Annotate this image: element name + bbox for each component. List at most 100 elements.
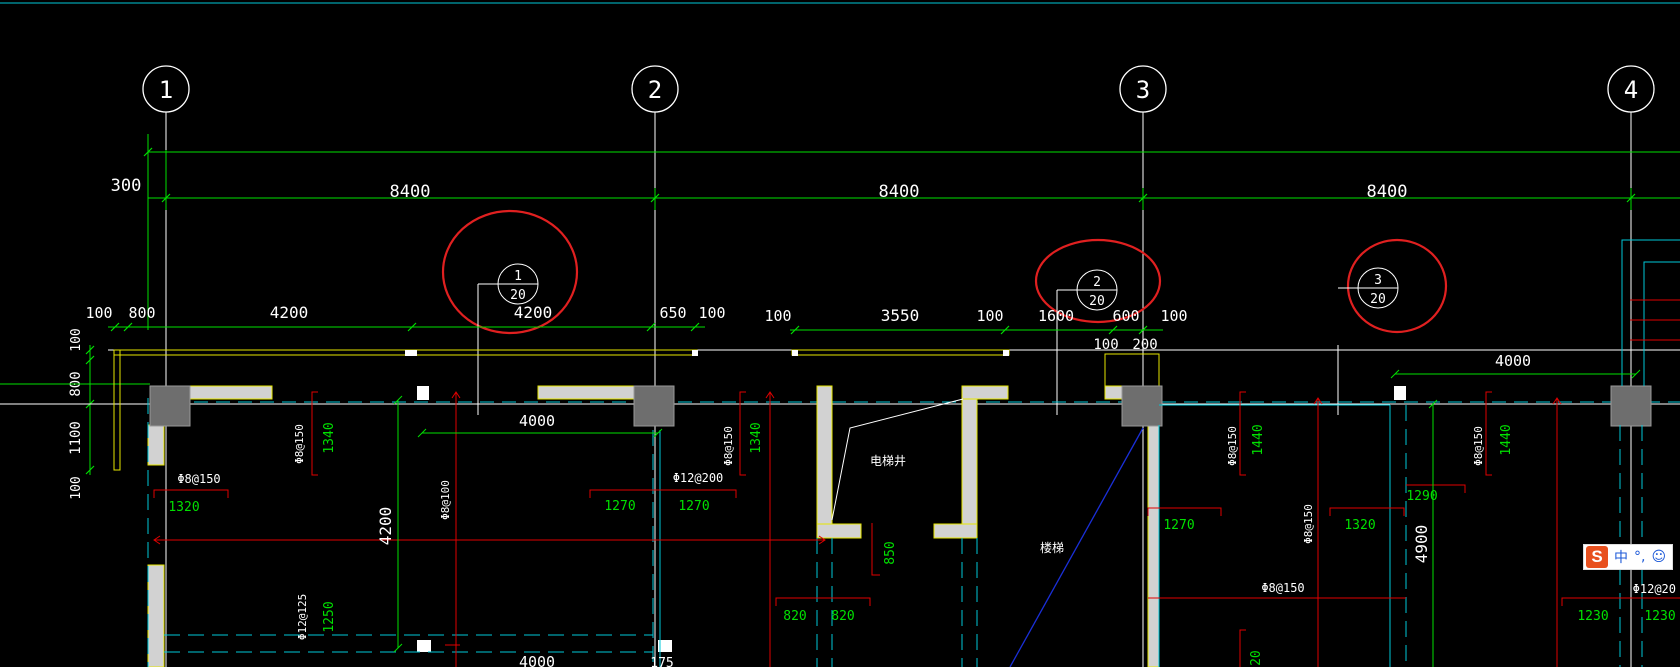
rebar-length: 1230 [1577,609,1608,624]
rebar-label: Φ12@125 [296,594,309,640]
dim-100b: 100 [698,304,725,322]
section-number: 3 [1374,273,1382,288]
dim-175: 175 [650,656,673,667]
room-label-shaft: 电梯井 [870,454,906,468]
rebar-length: 1270 [604,499,635,514]
wall-segment [147,564,165,667]
axis-label: 2 [648,76,662,104]
dim-600: 600 [1112,307,1139,325]
wall-segment [791,349,1010,356]
rebar-length: 1230 [1644,609,1675,624]
dim-span-3: 8400 [1367,182,1408,202]
section-sheet: 20 [510,288,526,303]
rebar-length: 1340 [322,422,337,453]
dim-100d: 100 [976,307,1003,325]
dim-100f: 100 [1093,337,1118,353]
rebar-bracket [1329,507,1405,516]
rebar-bracket [153,489,229,498]
rebar-length: 1320 [168,500,199,515]
small-column [1394,386,1406,400]
cad-drawing-canvas[interactable]: 1 2 3 4 300 8400 8400 8400 1 20 2 20 3 2… [0,0,1680,667]
section-sheet: 20 [1089,294,1105,309]
ime-mode-toggle[interactable]: 中 [1614,547,1628,567]
rebar-label: Φ8@150 [177,472,220,486]
axis-label: 3 [1136,76,1150,104]
dim-100-top: 100 [69,328,84,351]
stair-diagonal [1009,427,1144,667]
wall-block [792,350,798,356]
dim-100: 100 [85,304,112,322]
rebar-length: 1440 [1251,424,1266,455]
ime-toolbar[interactable]: S 中 °, ☺ [1583,544,1674,570]
wall-block [692,350,698,356]
rebar-label: Φ8@150 [1302,504,1315,544]
rebar-bracket [1239,629,1246,667]
axis-2: 2 [631,65,679,667]
ime-emoji-icon[interactable]: ☺ [1651,549,1666,565]
axis-label: 4 [1624,76,1638,104]
rebar-length: 1320 [1344,518,1375,533]
dim-200: 200 [1132,337,1157,353]
shaft-wall-left [816,385,833,525]
dim-800: 800 [128,304,155,322]
rebar-label: Φ12@20 [1633,582,1676,596]
dim-1600: 1600 [1038,307,1074,325]
column [149,385,191,427]
wall-segment [147,424,165,466]
length-4000-b: 4000 [1495,352,1531,370]
dim-4200-b: 4200 [514,303,553,322]
dim-650: 650 [659,304,686,322]
rebar-label: Φ8@150 [1261,581,1304,595]
length-4000-a: 4000 [519,412,555,430]
section-number: 2 [1093,275,1101,290]
rebar-bracket [775,597,871,606]
rebar-length: 1440 [1499,424,1514,455]
wall-segment [537,385,635,400]
rebar-label: Φ8@150 [293,424,306,464]
rebar-bracket [589,489,737,498]
wall-block [405,350,417,356]
rebar-stub [1630,299,1680,341]
rebar-length: 1340 [749,422,764,453]
room-label-stair: 楼梯 [1040,540,1064,555]
highlight-circle [441,209,579,335]
rebar-length: 820 [831,609,854,624]
interior-dimensions [393,369,1641,667]
wall-block [1003,350,1009,356]
dim-span-1: 8400 [390,182,431,202]
ime-logo-icon[interactable]: S [1586,546,1608,568]
rebar-length: 850 [883,541,898,564]
rebar-length: 1250 [322,601,337,632]
column [633,385,675,427]
highlight-circle [1346,238,1448,334]
column [1610,385,1652,427]
labels: 4000 4000 4000 4200 4900 175 Φ8@150 Φ8@1… [168,352,1676,667]
rebar-label: Φ8@150 [1226,426,1239,466]
dim-4200-vertical: 4200 [376,507,395,546]
dim-4200-a: 4200 [270,303,309,322]
shaft-wall-bottom-l [816,523,862,539]
rebar-label: Φ8@150 [722,426,735,466]
dim-100c: 100 [764,307,791,325]
rebar-length: 1270 [1163,518,1194,533]
axis-4: 4 [1607,65,1655,667]
small-column [417,640,431,652]
length-4000-c: 4000 [519,653,555,667]
dim-4900-vertical: 4900 [1412,525,1431,564]
rebar-label: Φ12@200 [673,471,724,485]
dim-1100-left: 1100 [68,421,84,455]
section-number: 1 [514,269,522,284]
wall-dimensions: 100 800 4200 4200 650 100 100 3550 100 1… [85,303,1187,353]
rebar-bracket [871,523,880,576]
wall-segment [113,349,121,471]
rebar-length: 820 [783,609,806,624]
shaft-wall-right [961,385,978,525]
rebar-length: 1290 [1406,489,1437,504]
dim-100e: 100 [1160,307,1187,325]
dim-100-bottom: 100 [69,476,84,499]
ime-punct-toggle[interactable]: °, [1634,549,1645,565]
axis-label: 1 [159,76,173,104]
section-mark-3: 3 20 [1337,238,1448,415]
axis-grid: 1 2 3 4 [142,65,1655,667]
shaft-wall-top [961,385,1009,400]
